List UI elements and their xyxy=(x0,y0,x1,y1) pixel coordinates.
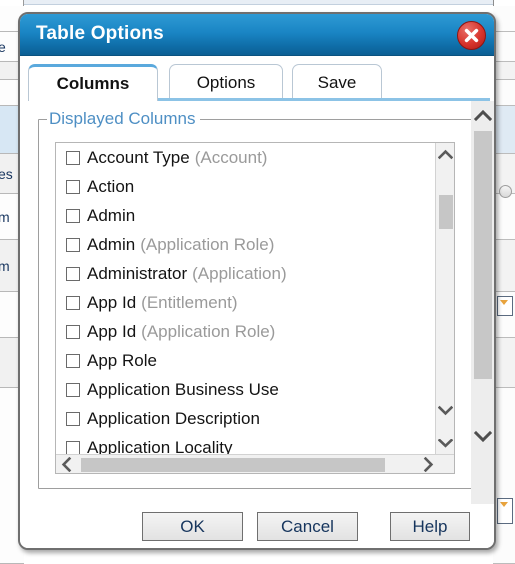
active-tab-notch xyxy=(29,98,157,101)
background-status-dot-icon xyxy=(499,185,512,198)
list-item[interactable]: Account Type (Account) xyxy=(56,143,437,172)
chevron-right-icon[interactable] xyxy=(420,455,436,473)
dialog-footer: OK Cancel Help xyxy=(20,504,494,548)
columns-list-viewport: Account Type (Account) Action Admin Admi… xyxy=(56,143,437,455)
background-row-selected xyxy=(493,106,515,154)
cancel-button[interactable]: Cancel xyxy=(257,512,358,541)
column-qualifier: (Application Role) xyxy=(141,321,276,341)
fieldset-legend: Displayed Columns xyxy=(47,109,201,129)
list-item[interactable]: Action xyxy=(56,172,437,201)
tab-save[interactable]: Save xyxy=(292,64,382,100)
column-label: Application Description xyxy=(87,408,260,428)
tab-label: Columns xyxy=(56,74,130,93)
displayed-columns-fieldset: Displayed Columns Account Type (Account)… xyxy=(38,109,473,489)
chevron-down-icon[interactable] xyxy=(473,426,493,446)
column-checkbox[interactable] xyxy=(66,295,80,310)
background-row-text: m xyxy=(0,210,10,224)
dialog-title: Table Options xyxy=(36,23,164,44)
background-row xyxy=(493,62,515,80)
help-button[interactable]: Help xyxy=(390,512,470,541)
close-icon[interactable] xyxy=(457,21,486,50)
screen: e es m m xyxy=(0,0,515,564)
column-label: Account Type xyxy=(87,147,190,167)
column-checkbox[interactable] xyxy=(66,440,80,455)
list-vertical-scrollbar[interactable] xyxy=(435,143,454,455)
background-dropdown-icon xyxy=(497,498,513,524)
column-label: App Id xyxy=(87,292,137,312)
dialog-vertical-scrollbar[interactable] xyxy=(471,101,494,508)
column-checkbox[interactable] xyxy=(66,353,80,368)
list-item[interactable]: Admin (Application Role) xyxy=(56,230,437,259)
column-checkbox[interactable] xyxy=(66,411,80,426)
column-checkbox[interactable] xyxy=(66,382,80,397)
column-label: Admin xyxy=(87,205,136,225)
column-label: App Role xyxy=(87,350,157,370)
chevron-down-icon[interactable] xyxy=(436,401,454,419)
columns-list: Account Type (Account) Action Admin Admi… xyxy=(55,142,455,474)
background-table-right xyxy=(493,0,515,564)
column-qualifier: (Application Role) xyxy=(140,234,275,254)
tabstrip: Columns Options Save xyxy=(20,56,494,101)
chevron-down-icon[interactable] xyxy=(436,435,454,451)
column-checkbox[interactable] xyxy=(66,179,80,194)
background-dropdown-icon xyxy=(497,296,513,316)
column-qualifier: (Entitlement) xyxy=(141,292,238,312)
dialog-titlebar[interactable]: Table Options xyxy=(20,14,494,56)
column-label: Action xyxy=(87,176,135,196)
list-item[interactable]: App Id (Application Role) xyxy=(56,317,437,346)
list-item[interactable]: Application Locality xyxy=(56,433,437,455)
dialog-vertical-scroll-thumb[interactable] xyxy=(474,131,492,379)
background-row-text: m xyxy=(0,259,10,273)
cancel-button-label: Cancel xyxy=(281,516,334,536)
background-row xyxy=(493,80,515,106)
list-item[interactable]: App Id (Entitlement) xyxy=(56,288,437,317)
column-label: Admin xyxy=(87,234,136,254)
column-checkbox[interactable] xyxy=(66,324,80,339)
chevron-up-icon[interactable] xyxy=(436,145,454,163)
list-item[interactable]: Application Business Use xyxy=(56,375,437,404)
column-qualifier: (Application) xyxy=(192,263,287,283)
list-item[interactable]: Administrator (Application) xyxy=(56,259,437,288)
background-row xyxy=(493,6,515,32)
column-label: Administrator xyxy=(87,263,188,283)
list-item[interactable]: Application Description xyxy=(56,404,437,433)
background-row xyxy=(493,194,515,240)
chevron-up-icon[interactable] xyxy=(473,105,493,125)
list-horizontal-scrollbar[interactable] xyxy=(56,454,454,473)
tab-label: Options xyxy=(196,72,256,92)
column-checkbox[interactable] xyxy=(66,208,80,223)
background-toolbar xyxy=(0,0,515,5)
chevron-left-icon[interactable] xyxy=(58,455,74,473)
tab-options[interactable]: Options xyxy=(169,64,283,100)
column-checkbox[interactable] xyxy=(66,237,80,252)
background-row xyxy=(493,338,515,388)
dialog-body: Displayed Columns Account Type (Account)… xyxy=(20,101,494,508)
ok-button-label: OK xyxy=(180,516,205,536)
list-horizontal-scroll-thumb[interactable] xyxy=(81,458,385,472)
background-row-text: es xyxy=(0,165,13,182)
column-checkbox[interactable] xyxy=(66,266,80,281)
background-row xyxy=(493,32,515,62)
column-label: Application Locality xyxy=(87,437,233,456)
background-row xyxy=(493,240,515,292)
column-checkbox[interactable] xyxy=(66,150,80,165)
background-row-text: e xyxy=(0,40,6,54)
background-row xyxy=(493,388,515,564)
help-button-label: Help xyxy=(412,516,448,536)
column-qualifier: (Account) xyxy=(194,147,268,167)
list-item[interactable]: App Role xyxy=(56,346,437,375)
list-vertical-scroll-thumb[interactable] xyxy=(439,195,453,229)
column-label: App Id xyxy=(87,321,137,341)
tab-label: Save xyxy=(317,72,357,92)
list-item[interactable]: Admin xyxy=(56,201,437,230)
table-options-dialog: Table Options Columns Options Save Displ… xyxy=(18,12,496,550)
tab-columns[interactable]: Columns xyxy=(28,64,158,101)
ok-button[interactable]: OK xyxy=(142,512,243,541)
column-label: Application Business Use xyxy=(87,379,279,399)
